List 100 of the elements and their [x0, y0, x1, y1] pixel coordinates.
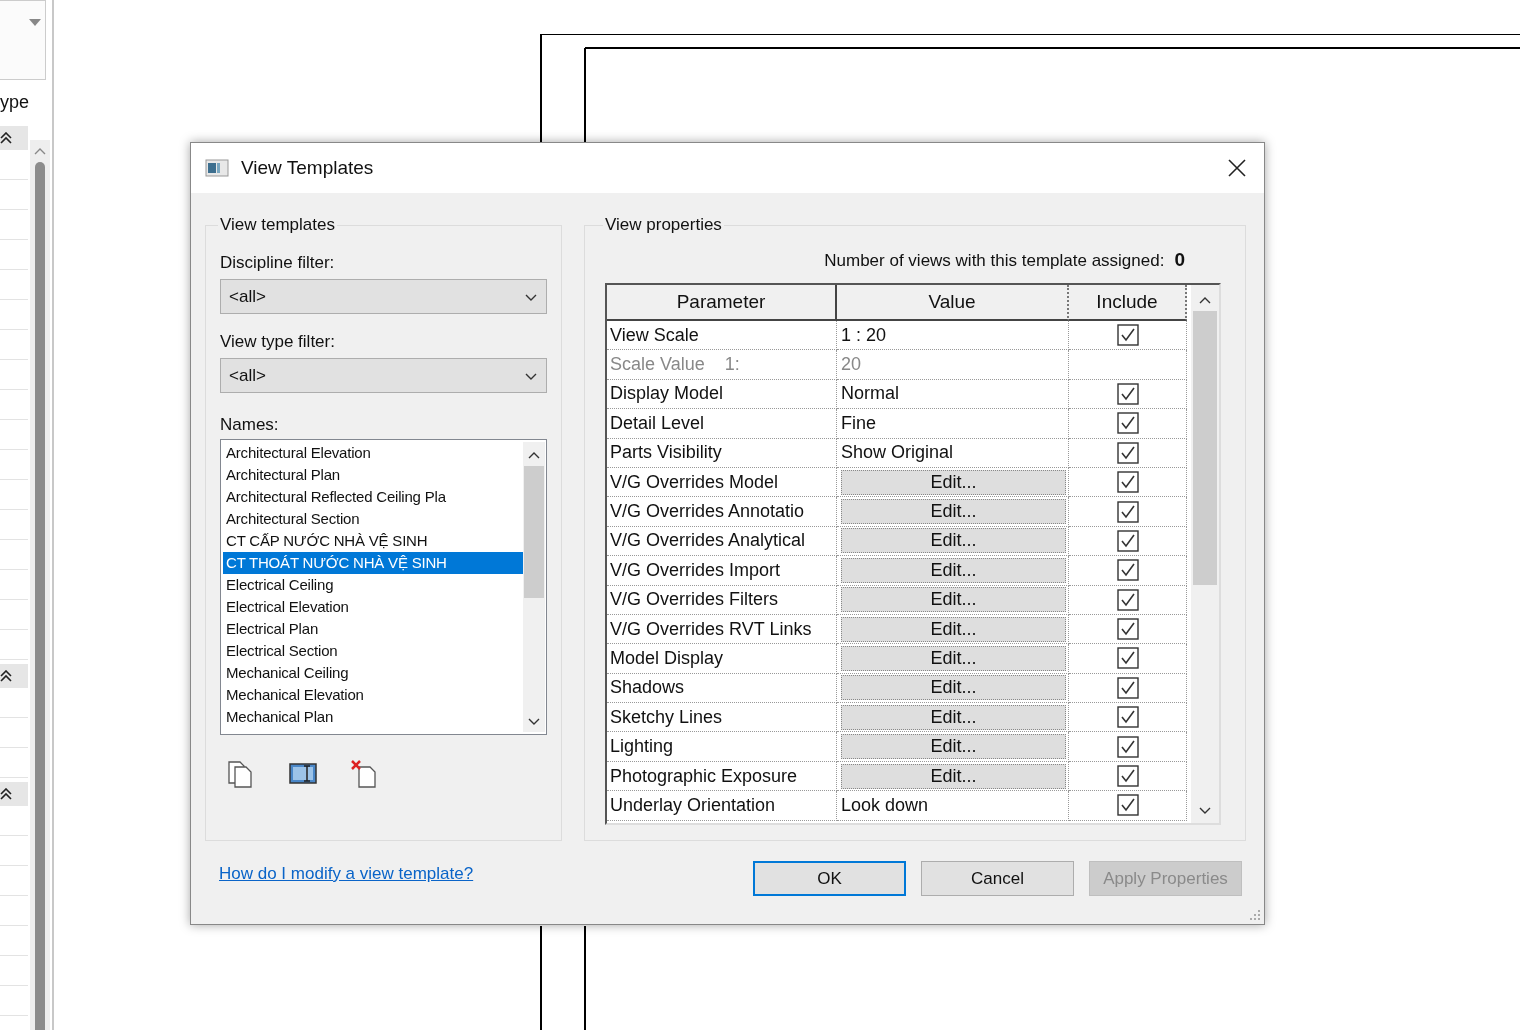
scroll-down-icon [1198, 805, 1212, 815]
collapse-icon [0, 132, 12, 144]
help-link[interactable]: How do I modify a view template? [219, 863, 474, 884]
group-title: View templates [219, 215, 336, 235]
dropdown-field[interactable]: <all> [220, 358, 547, 393]
checkbox[interactable] [1116, 706, 1139, 729]
dropdown-field[interactable] [0, 0, 46, 80]
parameter-name: View Scale [610, 324, 699, 346]
dropdown-arrow-icon [29, 19, 41, 27]
checkbox[interactable] [1116, 676, 1139, 699]
checkbox[interactable] [1116, 765, 1139, 788]
group-header[interactable] [0, 126, 28, 150]
edit-button[interactable]: Edit... [841, 734, 1066, 760]
edit-button[interactable]: Edit... [841, 616, 1066, 642]
parameter-name: Display Model [610, 383, 724, 405]
field-label: Names: [220, 415, 280, 435]
collapse-icon [0, 670, 12, 682]
edit-button[interactable]: Edit... [841, 557, 1066, 583]
checkbox[interactable] [1116, 412, 1139, 435]
scroll-down-icon [527, 716, 541, 726]
parameter-name: V/G Overrides RVT Links [610, 618, 812, 640]
checkbox[interactable] [1116, 382, 1139, 405]
list-item[interactable]: Electrical Ceiling [223, 574, 523, 596]
checkbox[interactable] [1116, 618, 1139, 641]
table-cell[interactable]: Show Original [841, 442, 954, 464]
group-header[interactable] [0, 664, 28, 688]
list-item[interactable]: Mechanical Plan [223, 706, 523, 728]
group-header[interactable] [0, 782, 28, 806]
column-header[interactable]: Parameter [607, 285, 837, 321]
table-cell[interactable]: Look down [841, 794, 929, 816]
parameter-name: Lighting [610, 736, 674, 758]
parameter-name: V/G Overrides Annotatio [610, 501, 805, 523]
edit-button[interactable]: Edit... [841, 646, 1066, 671]
parameter-name: Underlay Orientation [610, 794, 776, 816]
resize-grip-icon [1249, 909, 1261, 921]
list-item[interactable]: Mechanical Ceiling [223, 662, 523, 684]
checkbox[interactable] [1116, 794, 1139, 817]
list-item[interactable]: Mechanical Elevation [223, 684, 523, 706]
list-item[interactable]: Architectural Elevation [223, 442, 523, 464]
checkbox[interactable] [1116, 647, 1139, 670]
column-header[interactable]: Include [1069, 285, 1187, 321]
dropdown-field[interactable]: <all> [220, 279, 547, 314]
names-list[interactable] [220, 439, 547, 735]
parameter-name: Sketchy Lines [610, 706, 723, 728]
scrollbar[interactable] [1191, 285, 1219, 823]
list-item[interactable]: Electrical Elevation [223, 596, 523, 618]
scrollbar[interactable] [523, 442, 545, 732]
list-item[interactable]: Architectural Reflected Ceiling Pla [223, 486, 523, 508]
parameter-name: Detail Level [610, 412, 705, 434]
field-label: View type filter: [220, 332, 336, 352]
parameter-name: Shadows [610, 677, 685, 699]
dialog-button[interactable]: OK [753, 861, 906, 896]
parameter-name: V/G Overrides Analytical [610, 530, 806, 552]
collapse-icon [0, 788, 12, 800]
checkbox[interactable] [1116, 471, 1139, 494]
table-cell[interactable]: 1 : 20 [841, 324, 887, 346]
edit-button[interactable]: Edit... [841, 675, 1066, 701]
table-cell[interactable]: Fine [841, 412, 876, 434]
parameter-name: V/G Overrides Filters [610, 589, 779, 611]
window-title: View Templates [241, 157, 375, 179]
checkbox[interactable] [1116, 441, 1139, 464]
list-item[interactable]: CT CẤP NƯỚC NHÀ VỆ SINH [223, 530, 523, 552]
scroll-up-icon [1198, 295, 1212, 305]
list-item[interactable]: Electrical Section [223, 640, 523, 662]
checkbox[interactable] [1116, 559, 1139, 582]
edit-button[interactable]: Edit... [841, 587, 1066, 613]
checkbox[interactable] [1116, 529, 1139, 552]
list-item[interactable]: Architectural Plan [223, 464, 523, 486]
group-title: View properties [604, 215, 723, 235]
checkbox[interactable] [1116, 500, 1139, 523]
checkbox[interactable] [1116, 588, 1139, 611]
edit-button[interactable]: Edit... [841, 763, 1066, 789]
edit-button[interactable]: Edit... [841, 528, 1066, 554]
parameter-name: Model Display [610, 648, 724, 669]
dialog-button[interactable]: Cancel [921, 861, 1074, 896]
parameter-suffix: 1: [724, 354, 740, 376]
table-cell[interactable]: Normal [841, 383, 899, 405]
type-label: ype [0, 92, 30, 114]
checkbox[interactable] [1116, 735, 1139, 758]
parameter-name: Photographic Exposure [610, 765, 798, 787]
edit-button[interactable]: Edit... [841, 499, 1066, 525]
scrollbar[interactable] [30, 140, 50, 1030]
edit-button[interactable]: Edit... [841, 469, 1066, 495]
assigned-count: 0 [1174, 249, 1185, 271]
close-icon [1228, 159, 1246, 177]
scroll-thumb[interactable] [35, 162, 45, 1030]
parameter-name: V/G Overrides Model [610, 471, 779, 493]
list-item[interactable]: Architectural Section [223, 508, 523, 530]
scroll-thumb[interactable] [524, 466, 544, 598]
scroll-thumb[interactable] [1193, 311, 1217, 585]
list-item[interactable]: CT THOÁT NƯỚC NHÀ VỆ SINH [223, 552, 523, 574]
column-header[interactable]: Value [837, 285, 1069, 321]
checkbox[interactable] [1116, 324, 1139, 347]
list-item[interactable]: Electrical Plan [223, 618, 523, 640]
scroll-up-icon [527, 450, 541, 460]
table-cell: 20 [841, 354, 862, 376]
scroll-up-icon [33, 146, 47, 156]
assigned-count-label: Number of views with this template assigned: [824, 251, 1165, 271]
parameter-name: Scale Value [610, 354, 705, 376]
edit-button[interactable]: Edit... [841, 704, 1066, 730]
